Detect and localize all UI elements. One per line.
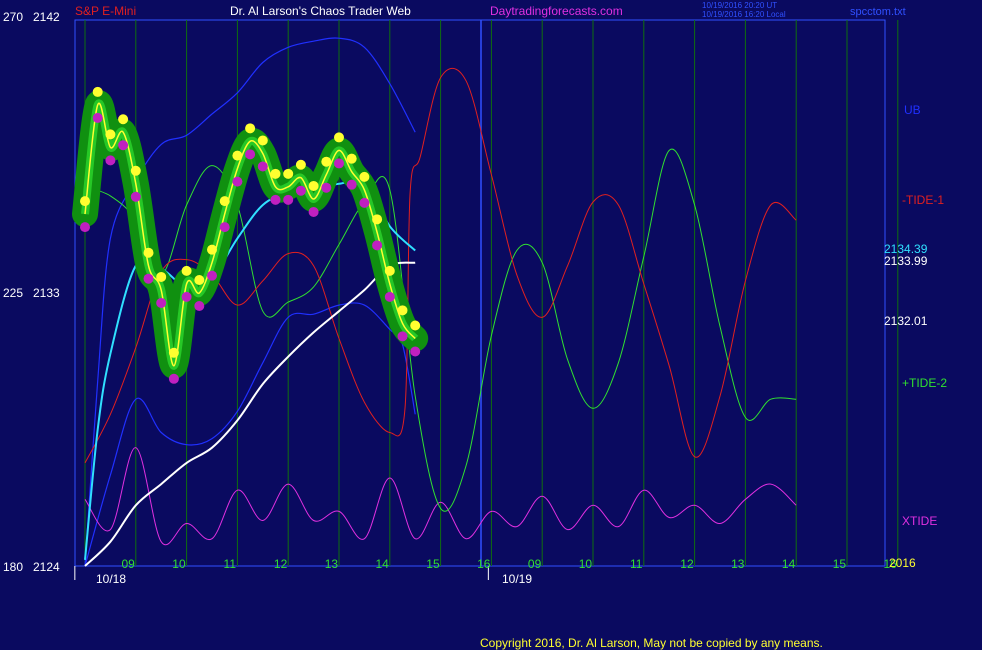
x-hour-label: 15 bbox=[426, 557, 440, 571]
low-point bbox=[295, 185, 306, 196]
high-point bbox=[80, 196, 90, 207]
white-average-line bbox=[84, 261, 416, 567]
low-point bbox=[105, 155, 116, 166]
high-point bbox=[245, 123, 256, 134]
high-point bbox=[295, 159, 306, 170]
left-tick-index-mid: 225 bbox=[3, 286, 23, 300]
file-name: spcctom.txt bbox=[850, 6, 906, 18]
high-point bbox=[384, 265, 395, 276]
low-point bbox=[372, 240, 383, 251]
x-hour-label: 12 bbox=[274, 557, 288, 571]
high-point bbox=[130, 165, 141, 176]
price-label-3: 2132.01 bbox=[884, 314, 928, 328]
high-point bbox=[359, 171, 370, 182]
low-point bbox=[181, 291, 192, 302]
x-hour-label: 12 bbox=[680, 557, 694, 571]
high-point bbox=[283, 168, 294, 179]
chaos-chart: S&P E-Mini Dr. Al Larson's Chaos Trader … bbox=[3, 1, 947, 650]
x-hour-label: 11 bbox=[630, 557, 643, 571]
x-hour-label: 09 bbox=[122, 557, 136, 571]
high-point bbox=[105, 129, 116, 140]
site-link[interactable]: Daytradingforecasts.com bbox=[490, 4, 623, 18]
ub-line bbox=[84, 37, 416, 567]
timestamp-ut: 10/19/2016 20:20 UT bbox=[702, 1, 777, 10]
low-point bbox=[245, 149, 256, 160]
high-point bbox=[270, 168, 281, 179]
low-point bbox=[219, 222, 230, 233]
low-point bbox=[270, 194, 281, 205]
low-point bbox=[194, 301, 205, 311]
x-hour-label: 11 bbox=[224, 557, 237, 571]
left-tick-index-top: 270 bbox=[3, 10, 23, 24]
high-point bbox=[181, 265, 192, 276]
x-hour-label: 10 bbox=[579, 557, 593, 571]
tide2-label: +TIDE-2 bbox=[902, 376, 947, 390]
low-point bbox=[168, 373, 179, 384]
series-layer bbox=[72, 37, 797, 567]
high-point bbox=[207, 244, 217, 255]
low-point bbox=[118, 140, 129, 151]
low-point bbox=[397, 331, 408, 342]
x-hour-label: 15 bbox=[833, 557, 847, 571]
high-point bbox=[346, 153, 357, 164]
ub-label: UB bbox=[904, 103, 921, 117]
left-tick-index-bottom: 180 bbox=[3, 560, 23, 574]
low-point bbox=[80, 222, 90, 233]
high-point bbox=[321, 156, 332, 167]
high-point bbox=[156, 271, 167, 282]
year-label: 2016 bbox=[889, 556, 916, 570]
x-hour-label: 09 bbox=[528, 557, 542, 571]
high-point bbox=[334, 132, 344, 143]
high-point bbox=[308, 180, 319, 191]
x-hour-label: 10 bbox=[172, 557, 186, 571]
tide1-label: -TIDE-1 bbox=[902, 193, 944, 207]
x-hour-label: 16 bbox=[477, 557, 491, 571]
high-point bbox=[372, 214, 383, 225]
low-point bbox=[143, 273, 154, 284]
lb-line bbox=[84, 302, 416, 567]
low-point bbox=[232, 176, 243, 187]
chart-title: Dr. Al Larson's Chaos Trader Web bbox=[230, 4, 411, 18]
low-point bbox=[130, 191, 141, 202]
low-point bbox=[207, 270, 217, 281]
high-point bbox=[92, 86, 103, 97]
high-point bbox=[397, 305, 408, 316]
low-point bbox=[384, 291, 395, 302]
left-tick-price-mid: 2133 bbox=[33, 286, 60, 300]
high-point bbox=[410, 320, 421, 331]
date-label-1: 10/18 bbox=[96, 572, 126, 586]
low-point bbox=[156, 297, 167, 308]
high-point bbox=[194, 275, 205, 285]
low-point bbox=[321, 182, 332, 193]
low-point bbox=[346, 179, 357, 190]
high-point bbox=[118, 114, 129, 125]
price-label-2: 2133.99 bbox=[884, 254, 928, 268]
low-point bbox=[257, 161, 268, 172]
low-point bbox=[92, 112, 103, 123]
date-label-2: 10/19 bbox=[502, 572, 532, 586]
xtide-label: XTIDE bbox=[902, 514, 937, 528]
x-hour-label: 14 bbox=[782, 557, 796, 571]
x-hour-label: 13 bbox=[731, 557, 745, 571]
copyright-text: Copyright 2016, Dr. Al Larson, May not b… bbox=[480, 636, 823, 650]
high-point bbox=[168, 347, 179, 358]
low-point bbox=[334, 158, 344, 169]
high-point bbox=[232, 150, 243, 161]
left-tick-price-bottom: 2124 bbox=[33, 560, 60, 574]
left-tick-price-top: 2142 bbox=[33, 10, 60, 24]
high-point bbox=[257, 135, 268, 146]
high-point bbox=[219, 196, 230, 207]
low-point bbox=[283, 194, 294, 205]
x-hour-label: 13 bbox=[325, 557, 339, 571]
x-hour-label: 14 bbox=[376, 557, 390, 571]
low-point bbox=[308, 206, 319, 217]
low-point bbox=[410, 346, 421, 357]
symbol-label: S&P E-Mini bbox=[75, 4, 136, 18]
high-point bbox=[143, 247, 154, 258]
timestamp-local: 10/19/2016 16:20 Local bbox=[702, 10, 786, 19]
low-point bbox=[359, 197, 370, 208]
